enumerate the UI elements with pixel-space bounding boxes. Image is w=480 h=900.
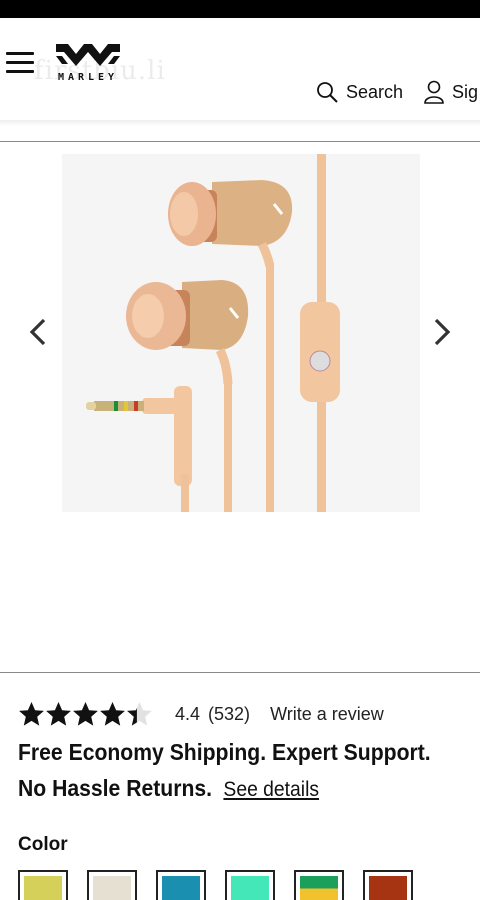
color-swatch-mint[interactable] <box>225 870 275 900</box>
write-review-link[interactable]: Write a review <box>270 704 384 725</box>
marley-logo-icon <box>56 44 120 66</box>
swatch-fill <box>162 876 200 900</box>
product-image[interactable] <box>62 154 420 512</box>
user-icon <box>424 80 444 104</box>
star-icon <box>46 702 71 726</box>
product-image-carousel <box>0 142 480 672</box>
signin-label: Sig <box>452 81 479 102</box>
carousel-bottom-divider <box>0 672 480 673</box>
swatch-fill <box>93 876 131 900</box>
color-swatch-teal[interactable] <box>156 870 206 900</box>
see-details-link[interactable]: See details <box>223 778 319 801</box>
color-swatch-rust[interactable] <box>363 870 413 900</box>
color-swatch-cream[interactable] <box>87 870 137 900</box>
shipping-message: Free Economy Shipping. Expert Support. N… <box>18 734 432 808</box>
color-label: Color <box>18 834 68 855</box>
swatch-fill <box>24 876 62 900</box>
star-icon <box>73 702 98 726</box>
status-bar <box>0 0 480 18</box>
chevron-left-icon <box>29 318 46 346</box>
rating-value: 4.4 <box>175 703 201 724</box>
search-label: Search <box>346 81 404 102</box>
search-button[interactable]: Search <box>316 78 403 106</box>
brand-name: MARLEY <box>57 72 119 83</box>
previous-image-button[interactable] <box>24 314 52 350</box>
menu-icon[interactable] <box>6 50 34 74</box>
star-icon <box>19 702 44 726</box>
brand-logo[interactable]: MARLEY <box>48 38 128 88</box>
rating-stars[interactable] <box>18 701 153 727</box>
swatch-fill <box>231 876 269 900</box>
review-count[interactable]: (532) <box>208 704 250 725</box>
next-image-button[interactable] <box>428 314 456 350</box>
earbuds-image <box>86 154 340 512</box>
color-swatch-rasta[interactable] <box>294 870 344 900</box>
signin-button[interactable]: Sig <box>424 78 478 106</box>
chevron-right-icon <box>434 318 451 346</box>
swatch-fill <box>369 876 407 900</box>
color-swatch-yellow[interactable] <box>18 870 68 900</box>
search-icon <box>317 82 338 103</box>
star-icon <box>100 702 125 726</box>
rating-row: 4.4 (532) Write a review <box>18 698 478 730</box>
header-shadow <box>0 120 480 126</box>
color-swatches <box>18 870 432 900</box>
swatch-fill <box>300 876 338 900</box>
star-icon <box>127 702 152 726</box>
site-header: firstbiu.li MARLEY Search Sig <box>0 18 480 122</box>
